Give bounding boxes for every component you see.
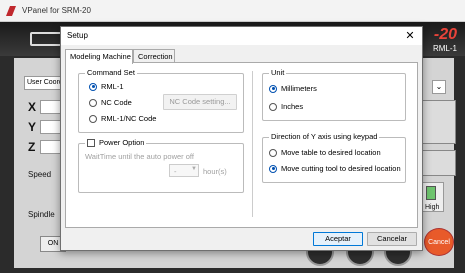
vpanel-titlebar: VPanel for SRM-20 bbox=[0, 0, 465, 22]
radio-rml-nc-code-button[interactable] bbox=[89, 114, 97, 123]
close-icon[interactable]: ✕ bbox=[404, 29, 416, 43]
radio-nc-code[interactable]: NC Code bbox=[89, 98, 132, 107]
vpanel-right-button-2[interactable] bbox=[420, 150, 456, 176]
axis-y-label: Y bbox=[28, 120, 37, 134]
speed-high-label: High bbox=[425, 204, 440, 211]
vpanel-right-button-1[interactable] bbox=[420, 100, 456, 144]
radio-rml-nc-code[interactable]: RML-1/NC Code bbox=[89, 114, 156, 123]
power-option-hours-unit: hour(s) bbox=[203, 167, 227, 176]
radio-rml-1-label: RML-1 bbox=[101, 82, 124, 91]
vpanel-cancel-button[interactable]: Cancel bbox=[424, 228, 454, 256]
dialog-titlebar: Setup ✕ bbox=[61, 27, 422, 45]
tab-panel-modeling-machine: Command Set RML-1 NC Code RML-1/NC Code … bbox=[65, 62, 418, 228]
power-option-checkbox-row[interactable]: Power Option bbox=[85, 138, 147, 147]
radio-inches-button[interactable] bbox=[269, 102, 277, 111]
radio-move-cutting-tool-button[interactable] bbox=[269, 164, 277, 173]
radio-move-table[interactable]: Move table to desired location bbox=[269, 148, 381, 157]
dialog-title: Setup bbox=[67, 31, 88, 40]
radio-millimeters-label: Millimeters bbox=[281, 84, 317, 93]
ok-button[interactable]: Aceptar bbox=[313, 232, 363, 246]
chevron-down-icon: ▼ bbox=[191, 166, 197, 172]
setup-dialog: Setup ✕ Modeling Machine Correction Comm… bbox=[60, 26, 423, 251]
unit-group: Unit Millimeters Inches bbox=[262, 68, 406, 121]
command-set-title: Command Set bbox=[85, 68, 137, 77]
unit-title: Unit bbox=[269, 68, 287, 77]
model-command-set: RML-1 bbox=[432, 44, 457, 53]
power-option-title: Power Option bbox=[99, 138, 145, 147]
radio-rml-1[interactable]: RML-1 bbox=[89, 82, 124, 91]
model-name: -20 bbox=[433, 26, 457, 43]
power-option-wait-label: WaitTime until the auto power off bbox=[85, 152, 194, 161]
radio-rml-nc-code-label: RML-1/NC Code bbox=[101, 114, 157, 123]
speed-high-led bbox=[426, 186, 436, 200]
tab-modeling-machine[interactable]: Modeling Machine bbox=[65, 49, 133, 64]
vpanel-title: VPanel for SRM-20 bbox=[22, 6, 91, 15]
speed-label: Speed bbox=[28, 170, 52, 179]
radio-nc-code-button[interactable] bbox=[89, 98, 97, 107]
command-set-group: Command Set RML-1 NC Code RML-1/NC Code … bbox=[78, 68, 244, 133]
radio-millimeters[interactable]: Millimeters bbox=[269, 84, 317, 93]
radio-inches-label: Inches bbox=[281, 102, 304, 111]
axis-z-label: Z bbox=[28, 140, 36, 154]
y-direction-title: Direction of Y axis using keypad bbox=[269, 132, 380, 141]
radio-millimeters-button[interactable] bbox=[269, 84, 277, 93]
axis-x-label: X bbox=[28, 100, 37, 114]
power-option-group: Power Option WaitTime until the auto pow… bbox=[78, 138, 244, 193]
tab-correction[interactable]: Correction bbox=[133, 49, 175, 63]
power-option-checkbox[interactable] bbox=[87, 138, 95, 147]
radio-rml-1-button[interactable] bbox=[89, 82, 97, 91]
spindle-label: Spindle bbox=[28, 210, 55, 219]
vpanel-dropdown[interactable]: ⌄ bbox=[432, 80, 446, 94]
cancel-button[interactable]: Cancelar bbox=[367, 232, 417, 246]
roland-logo-icon bbox=[6, 6, 16, 16]
radio-move-cutting-tool[interactable]: Move cutting tool to desired location bbox=[269, 164, 401, 173]
radio-move-table-button[interactable] bbox=[269, 148, 277, 157]
panel-divider bbox=[252, 71, 253, 217]
radio-inches[interactable]: Inches bbox=[269, 102, 303, 111]
radio-nc-code-label: NC Code bbox=[101, 98, 132, 107]
y-direction-group: Direction of Y axis using keypad Move ta… bbox=[262, 132, 406, 183]
radio-move-cutting-tool-label: Move cutting tool to desired location bbox=[281, 164, 401, 173]
power-option-hours-value: - bbox=[174, 167, 177, 176]
nc-code-setting-button[interactable]: NC Code setting... bbox=[163, 94, 237, 110]
power-option-hours-spinner[interactable]: - ▼ bbox=[169, 164, 199, 177]
radio-move-table-label: Move table to desired location bbox=[281, 148, 381, 157]
